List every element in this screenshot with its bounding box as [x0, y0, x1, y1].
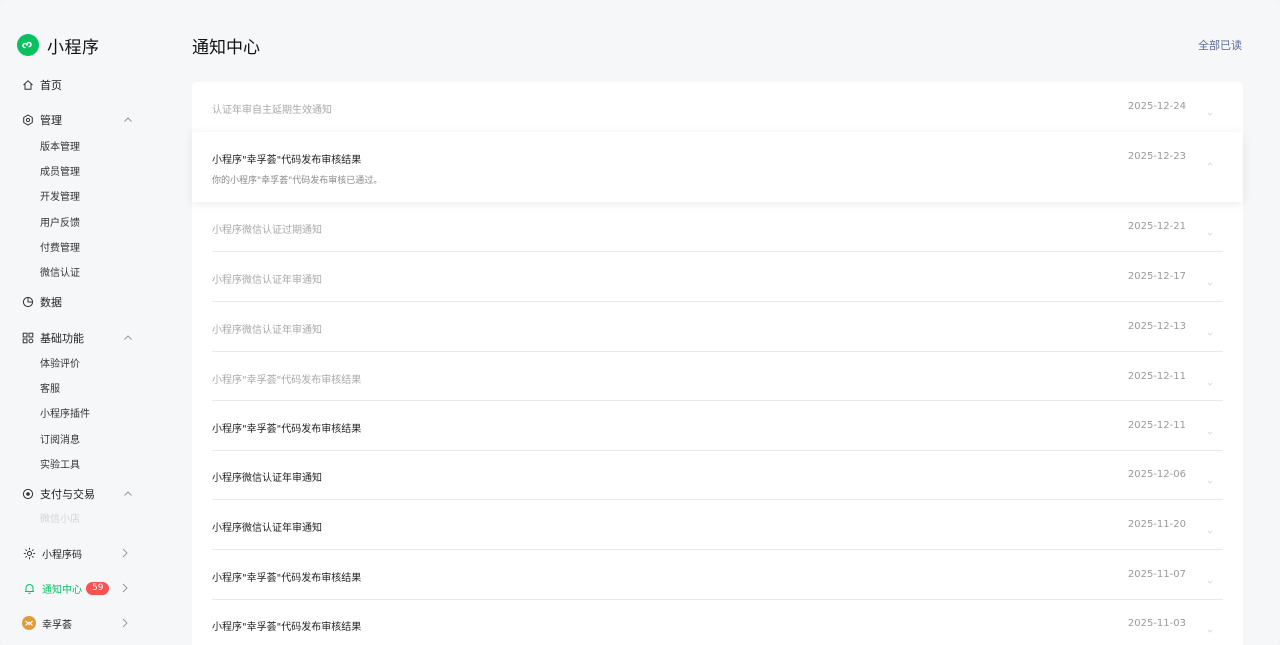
sidebar-subitem-payment[interactable]: 付费管理 — [40, 242, 80, 256]
account-avatar — [22, 616, 36, 630]
chevron-down-icon[interactable] — [1205, 620, 1215, 633]
sidebar-subitem-shop[interactable]: 微信小店 — [40, 513, 80, 527]
sidebar-item-account[interactable]: 幸孚荟 — [22, 614, 132, 632]
chevron-up-icon[interactable] — [122, 488, 134, 500]
miniprogram-logo-icon — [17, 34, 39, 56]
home-icon — [22, 79, 34, 91]
notification-date: 2025-12-23 — [1127, 151, 1186, 162]
sidebar-item-data[interactable]: 数据 — [22, 293, 62, 311]
notification-date: 2025-12-11 — [1127, 420, 1186, 431]
notification-row[interactable]: 小程序微信认证年审通知 2025-12-13 — [192, 302, 1243, 352]
notification-row[interactable]: 小程序微信认证年审通知 2025-12-06 — [192, 451, 1243, 500]
sidebar-item-label: 管理 — [40, 114, 62, 127]
hexagon-settings-icon — [22, 114, 34, 126]
notification-row[interactable]: 小程序微信认证年审通知 2025-11-20 — [192, 500, 1243, 550]
chevron-up-icon[interactable] — [1205, 153, 1215, 166]
notification-title: 小程序"幸孚荟"代码发布审核结果 — [212, 375, 362, 386]
chevron-right-icon — [120, 617, 130, 629]
notification-date: 2025-12-24 — [1127, 101, 1186, 112]
app-window: 小程序 首页 管理 版本管理 成员管理 开发管理 用户反馈 付费管理 微信认证 — [0, 0, 1280, 645]
brand[interactable]: 小程序 — [17, 33, 100, 58]
chevron-down-icon[interactable] — [1205, 373, 1215, 386]
notification-row[interactable]: 小程序"幸孚荟"代码发布审核结果 2025-11-07 — [192, 550, 1243, 600]
chevron-down-icon[interactable] — [1205, 521, 1215, 534]
notification-row[interactable]: 认证年审自主延期生效通知 2025-12-24 — [192, 82, 1243, 132]
notification-title: 认证年审自主延期生效通知 — [212, 105, 332, 116]
payment-coin-icon — [22, 488, 34, 500]
sidebar-item-label: 支付与交易 — [40, 488, 95, 501]
sidebar-subitem-version[interactable]: 版本管理 — [40, 141, 80, 155]
pie-chart-icon — [22, 296, 34, 308]
notification-row[interactable]: 小程序"幸孚荟"代码发布审核结果 2025-11-03 — [192, 600, 1243, 645]
sidebar-item-label: 基础功能 — [40, 332, 84, 345]
sidebar-subitem-verify[interactable]: 微信认证 — [40, 267, 80, 281]
sidebar-subitem-feedback[interactable]: 用户反馈 — [40, 217, 80, 231]
notification-detail: 你的小程序"幸孚荟"代码发布审核已通过。 — [212, 176, 383, 186]
avatar — [22, 616, 36, 630]
notification-row[interactable]: 小程序微信认证年审通知 2025-12-17 — [192, 252, 1243, 302]
chevron-down-icon[interactable] — [1205, 471, 1215, 484]
sidebar-item-label: 数据 — [40, 296, 62, 309]
sidebar-item-notice[interactable]: 通知中心 59 — [22, 579, 132, 597]
notification-title: 小程序"幸孚荟"代码发布审核结果 — [212, 424, 362, 435]
sidebar-subitem-subscribe[interactable]: 订阅消息 — [40, 434, 80, 448]
sidebar-item-pay[interactable]: 支付与交易 — [22, 485, 142, 503]
bell-icon — [22, 581, 36, 595]
notification-title: 小程序微信认证过期通知 — [212, 225, 322, 236]
notification-date: 2025-12-21 — [1127, 221, 1186, 232]
notification-title: 小程序微信认证年审通知 — [212, 523, 322, 534]
chevron-right-icon — [120, 547, 130, 559]
unread-count-badge: 59 — [86, 581, 110, 595]
chevron-down-icon[interactable] — [1205, 103, 1215, 116]
notification-row[interactable]: 小程序微信认证过期通知 2025-12-21 — [192, 202, 1243, 252]
qrcode-sun-icon — [22, 546, 36, 560]
chevron-down-icon[interactable] — [1205, 223, 1215, 236]
chevron-down-icon[interactable] — [1205, 323, 1215, 336]
sidebar-item-home[interactable]: 首页 — [22, 76, 62, 94]
page-title: 通知中心 — [192, 38, 260, 58]
sidebar-item-qrcode[interactable]: 小程序码 — [22, 544, 132, 562]
notification-date: 2025-12-06 — [1127, 469, 1186, 480]
notification-row[interactable]: 小程序"幸孚荟"代码发布审核结果 2025-12-11 — [192, 352, 1243, 401]
sidebar-item-label: 幸孚荟 — [42, 619, 72, 631]
notification-title: 小程序微信认证年审通知 — [212, 325, 322, 336]
chevron-down-icon[interactable] — [1205, 422, 1215, 435]
sidebar-item-label: 小程序码 — [42, 549, 82, 561]
sidebar-subitem-service[interactable]: 客服 — [40, 383, 60, 397]
chevron-up-icon[interactable] — [122, 114, 134, 126]
notification-row-expanded[interactable]: 小程序"幸孚荟"代码发布审核结果 你的小程序"幸孚荟"代码发布审核已通过。 20… — [192, 132, 1243, 202]
notification-title: 小程序"幸孚荟"代码发布审核结果 — [212, 155, 362, 166]
sidebar-item-label: 通知中心 — [42, 584, 82, 596]
mark-all-read-link[interactable]: 全部已读 — [1198, 37, 1242, 53]
notification-date: 2025-12-13 — [1127, 321, 1186, 332]
notification-title: 小程序"幸孚荟"代码发布审核结果 — [212, 622, 362, 633]
sidebar-subitem-dev[interactable]: 开发管理 — [40, 191, 80, 205]
sidebar-item-basic[interactable]: 基础功能 — [22, 329, 142, 347]
notification-list: 认证年审自主延期生效通知 2025-12-24 小程序"幸孚荟"代码发布审核结果… — [192, 82, 1243, 645]
notification-date: 2025-11-20 — [1127, 519, 1186, 530]
notification-title: 小程序微信认证年审通知 — [212, 473, 322, 484]
notification-date: 2025-11-07 — [1127, 569, 1186, 580]
apps-grid-icon — [22, 332, 34, 344]
chevron-up-icon[interactable] — [122, 332, 134, 344]
chevron-right-icon — [120, 582, 130, 594]
sidebar-item-manage[interactable]: 管理 — [22, 111, 142, 129]
sidebar-subitem-members[interactable]: 成员管理 — [40, 166, 80, 180]
brand-name: 小程序 — [47, 37, 100, 58]
notification-date: 2025-12-11 — [1127, 371, 1186, 382]
sidebar-item-label: 首页 — [40, 79, 62, 92]
notification-date: 2025-11-03 — [1127, 618, 1186, 629]
sidebar-subitem-lab[interactable]: 实验工具 — [40, 459, 80, 473]
sidebar: 小程序 首页 管理 版本管理 成员管理 开发管理 用户反馈 付费管理 微信认证 — [0, 0, 160, 645]
notification-title: 小程序微信认证年审通知 — [212, 275, 322, 286]
sidebar-subitem-plugins[interactable]: 小程序插件 — [40, 408, 90, 422]
chevron-down-icon[interactable] — [1205, 273, 1215, 286]
notification-row[interactable]: 小程序"幸孚荟"代码发布审核结果 2025-12-11 — [192, 401, 1243, 451]
chevron-down-icon[interactable] — [1205, 571, 1215, 584]
sidebar-subitem-review[interactable]: 体验评价 — [40, 358, 80, 372]
notification-title: 小程序"幸孚荟"代码发布审核结果 — [212, 573, 362, 584]
notification-date: 2025-12-17 — [1127, 271, 1186, 282]
